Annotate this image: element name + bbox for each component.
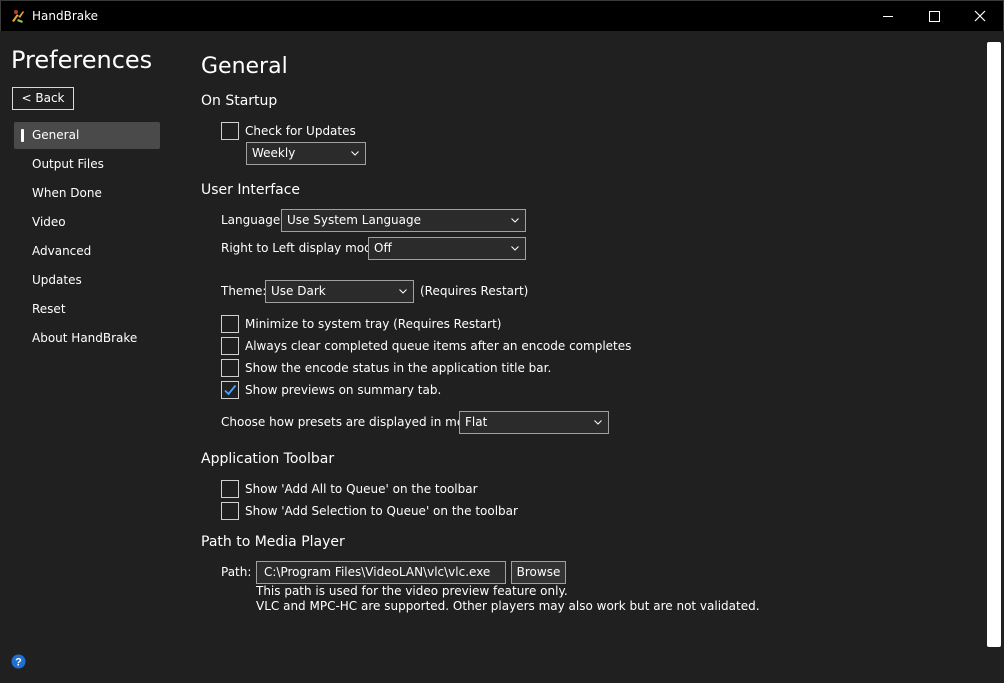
browse-button[interactable]: Browse [511, 561, 566, 584]
add-all-to-queue-label: Show 'Add All to Queue' on the toolbar [245, 482, 478, 496]
presets-display-label: Choose how presets are displayed in menu… [221, 415, 490, 429]
section-path-to-media-player: Path to Media Player [201, 534, 345, 550]
main-panel: General On Startup Check for Updates Wee… [201, 0, 981, 683]
rtl-mode-select[interactable]: Off [368, 237, 526, 260]
section-application-toolbar: Application Toolbar [201, 451, 335, 467]
minimize-to-tray-label: Minimize to system tray (Requires Restar… [245, 317, 502, 331]
show-previews-checkbox[interactable] [221, 381, 239, 399]
presets-display-select[interactable]: Flat [459, 411, 609, 434]
chevron-down-icon [511, 246, 519, 251]
sidebar-item-general[interactable]: General [14, 122, 160, 149]
sidebar-item-updates[interactable]: Updates [14, 267, 160, 294]
update-frequency-select[interactable]: Weekly [246, 142, 366, 165]
media-player-path-input[interactable]: C:\Program Files\VideoLAN\vlc\vlc.exe [256, 561, 506, 584]
check-for-updates-label: Check for Updates [245, 124, 356, 138]
chevron-down-icon [594, 420, 602, 425]
theme-select[interactable]: Use Dark [265, 280, 414, 303]
section-user-interface: User Interface [201, 182, 301, 198]
scrollbar-thumb[interactable] [987, 42, 1001, 647]
media-player-note-2: VLC and MPC-HC are supported. Other play… [256, 599, 760, 613]
add-selection-to-queue-checkbox[interactable] [221, 502, 239, 520]
language-label: Language: [221, 213, 285, 227]
language-value: Use System Language [287, 213, 422, 227]
window-title: HandBrake [32, 9, 99, 23]
sidebar-title: Preferences [11, 46, 153, 74]
encode-status-label: Show the encode status in the applicatio… [245, 361, 552, 375]
sidebar-item-about[interactable]: About HandBrake [14, 325, 160, 352]
sidebar-item-output-files[interactable]: Output Files [14, 151, 160, 178]
rtl-mode-value: Off [374, 241, 392, 255]
add-all-to-queue-checkbox[interactable] [221, 480, 239, 498]
add-selection-to-queue-label: Show 'Add Selection to Queue' on the too… [245, 504, 518, 518]
sidebar-item-when-done[interactable]: When Done [14, 180, 160, 207]
checkmark-icon [224, 384, 237, 396]
sidebar-item-reset[interactable]: Reset [14, 296, 160, 323]
theme-note: (Requires Restart) [420, 284, 529, 298]
chevron-down-icon [351, 151, 359, 156]
theme-value: Use Dark [271, 284, 326, 298]
theme-label: Theme: [221, 284, 267, 298]
rtl-mode-label: Right to Left display mode: [221, 241, 384, 255]
sidebar-nav: General Output Files When Done Video Adv… [14, 122, 160, 354]
sidebar-item-advanced[interactable]: Advanced [14, 238, 160, 265]
clear-queue-label: Always clear completed queue items after… [245, 339, 632, 353]
media-player-note-1: This path is used for the video preview … [256, 584, 568, 598]
chevron-down-icon [399, 289, 407, 294]
path-label: Path: [221, 565, 252, 579]
back-button[interactable]: < Back [12, 87, 74, 110]
update-frequency-value: Weekly [252, 146, 296, 160]
chevron-down-icon [511, 218, 519, 223]
language-select[interactable]: Use System Language [281, 209, 526, 232]
presets-display-value: Flat [465, 415, 488, 429]
check-for-updates-checkbox[interactable] [221, 122, 239, 140]
section-on-startup: On Startup [201, 93, 278, 109]
page-title: General [201, 54, 288, 79]
minimize-to-tray-checkbox[interactable] [221, 315, 239, 333]
handbrake-logo-icon [12, 10, 24, 23]
help-icon[interactable]: ? [11, 654, 26, 669]
clear-queue-checkbox[interactable] [221, 337, 239, 355]
show-previews-label: Show previews on summary tab. [245, 383, 442, 397]
sidebar-item-video[interactable]: Video [14, 209, 160, 236]
svg-text:?: ? [15, 657, 22, 669]
encode-status-checkbox[interactable] [221, 359, 239, 377]
